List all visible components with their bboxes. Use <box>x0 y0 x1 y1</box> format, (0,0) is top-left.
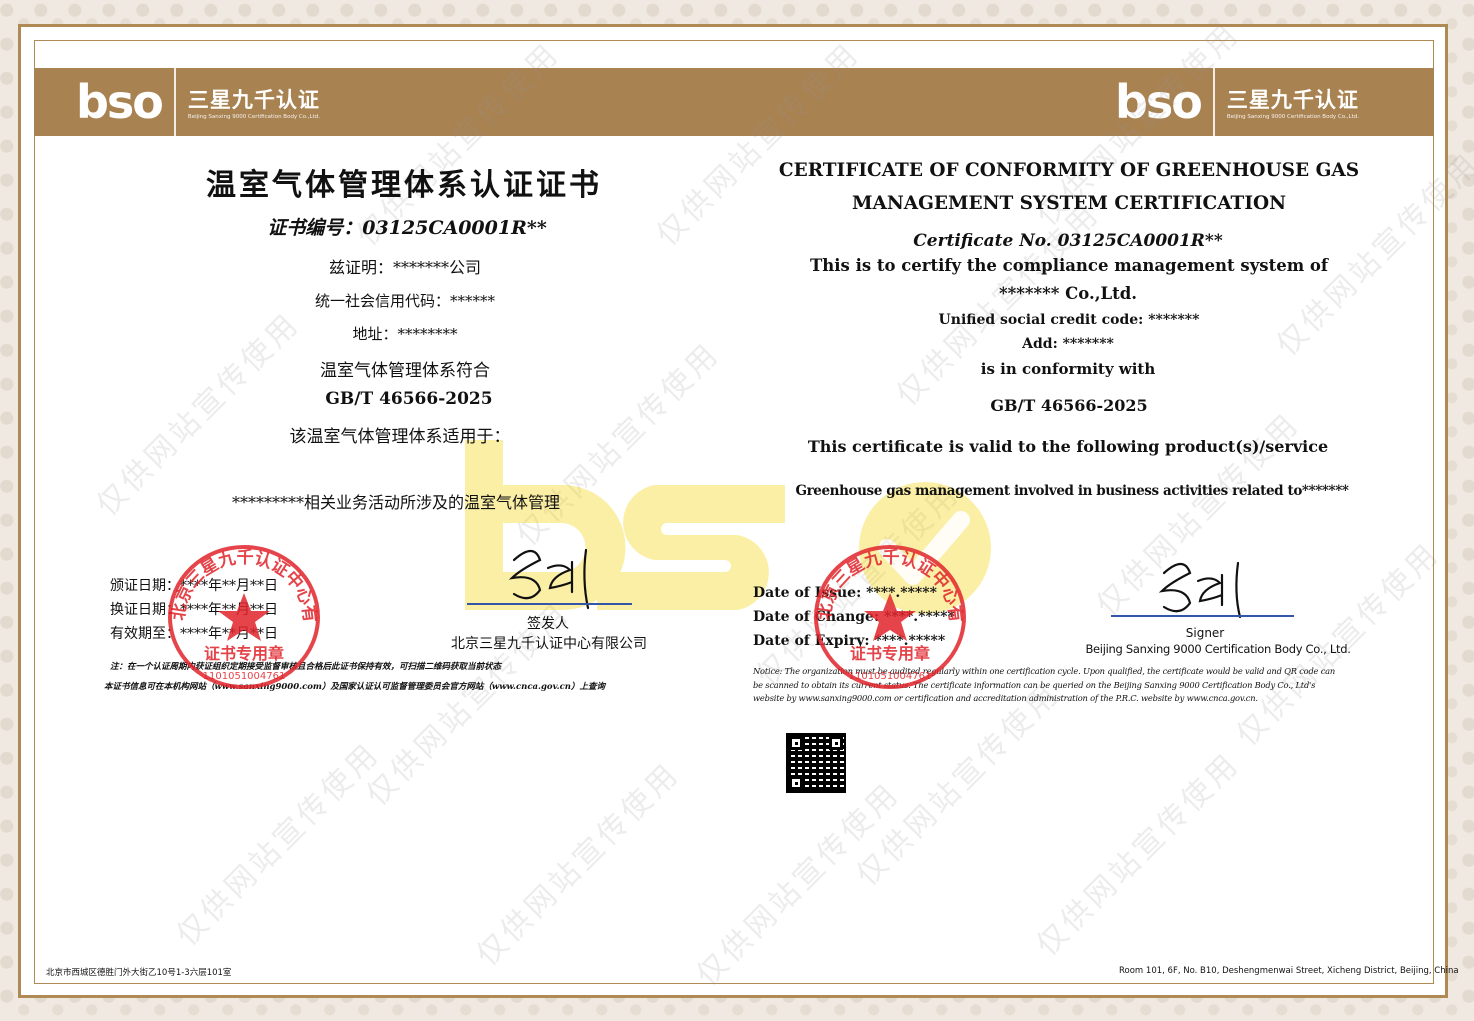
logo-divider <box>173 68 176 136</box>
cn-certify-company: 兹证明：*******公司 <box>328 258 482 277</box>
en-signer-org: Beijing Sanxing 9000 Certification Body … <box>1085 642 1351 656</box>
seal-label: 证书专用章 <box>850 644 930 663</box>
header-banner: bso 三星九千认证 Beijing Sanxing 9000 Certific… <box>34 68 1434 136</box>
en-certify-line2: ******* Co.,Ltd. <box>999 284 1137 303</box>
en-certificate-title-line1: CERTIFICATE OF CONFORMITY OF GREENHOUSE … <box>778 160 1360 181</box>
seal-number: 1101051004761 <box>849 671 932 682</box>
cn-standard: GB/T 46566-2025 <box>325 389 493 409</box>
logo-divider <box>1212 68 1215 136</box>
cn-conformity-statement: 温室气体管理体系符合 <box>320 361 490 381</box>
cn-address: 地址：******** <box>352 325 458 343</box>
cn-official-seal: 北京三星九千认证中心有限公司 证书专用章 1101051004761 <box>162 537 320 689</box>
cn-footer-address: 北京市西城区德胜门外大街乙10号1-3六层101室 <box>46 968 232 978</box>
bso-logo: bso <box>76 75 164 129</box>
cn-signature <box>508 548 590 610</box>
en-valid-statement: This certificate is valid to the followi… <box>807 437 1329 456</box>
cn-signature-line <box>467 603 632 605</box>
seal-number: 1101051004761 <box>203 671 286 682</box>
en-official-seal: 北京三星九千认证中心有限公司 证书专用章 1101051004761 <box>808 537 966 689</box>
en-standard: GB/T 46566-2025 <box>990 396 1148 415</box>
cn-scope: *********相关业务活动所涉及的温室气体管理 <box>231 493 561 512</box>
en-footer-address: Room 101, 6F, No. B10, Deshengmenwai Str… <box>1119 966 1459 976</box>
en-conformity-statement: is in conformity with <box>980 360 1156 378</box>
en-notice-line3: website by www.sanxing9000.com or certif… <box>753 693 1258 703</box>
brand-name-block: 三星九千认证 Beijing Sanxing 9000 Certificatio… <box>188 84 320 120</box>
cn-signer-label: 签发人 <box>527 616 569 632</box>
cn-certificate-title: 温室气体管理体系认证证书 <box>206 168 602 203</box>
seal-label: 证书专用章 <box>204 644 284 663</box>
en-signature-line <box>1111 615 1294 617</box>
en-scope: Greenhouse gas management involved in bu… <box>795 483 1349 499</box>
qr-finder-pattern <box>829 736 843 750</box>
en-certificate-number: Certificate No. 03125CA0001R** <box>913 231 1223 251</box>
cn-applies-to: 该温室气体管理体系适用于： <box>289 427 511 447</box>
en-credit-code: Unified social credit code: ******* <box>938 312 1200 328</box>
brand-name-en: Beijing Sanxing 9000 Certification Body … <box>187 114 320 120</box>
en-certify-line1: This is to certify the compliance manage… <box>809 256 1329 275</box>
brand-name-cn: 三星九千认证 <box>187 88 320 112</box>
cn-credit-code: 统一社会信用代码：****** <box>314 292 496 310</box>
qr-code[interactable] <box>786 733 846 793</box>
brand-name-block: 三星九千认证 Beijing Sanxing 9000 Certificatio… <box>1227 84 1359 120</box>
en-signer-label: Signer <box>1185 626 1225 640</box>
cn-signer-org: 北京三星九千认证中心有限公司 <box>451 636 647 652</box>
en-address: Add: ******* <box>1022 336 1114 352</box>
cn-certificate-number: 证书编号：03125CA0001R** <box>267 217 547 239</box>
en-certificate-title-line2: MANAGEMENT SYSTEM CERTIFICATION <box>851 193 1287 214</box>
qr-finder-pattern <box>789 776 803 790</box>
en-signature <box>1158 561 1242 619</box>
brand-logo-left: bso 三星九千认证 Beijing Sanxing 9000 Certific… <box>76 68 320 136</box>
qr-finder-pattern <box>789 736 803 750</box>
brand-name-cn: 三星九千认证 <box>1226 88 1359 112</box>
brand-name-en: Beijing Sanxing 9000 Certification Body … <box>1226 114 1359 120</box>
